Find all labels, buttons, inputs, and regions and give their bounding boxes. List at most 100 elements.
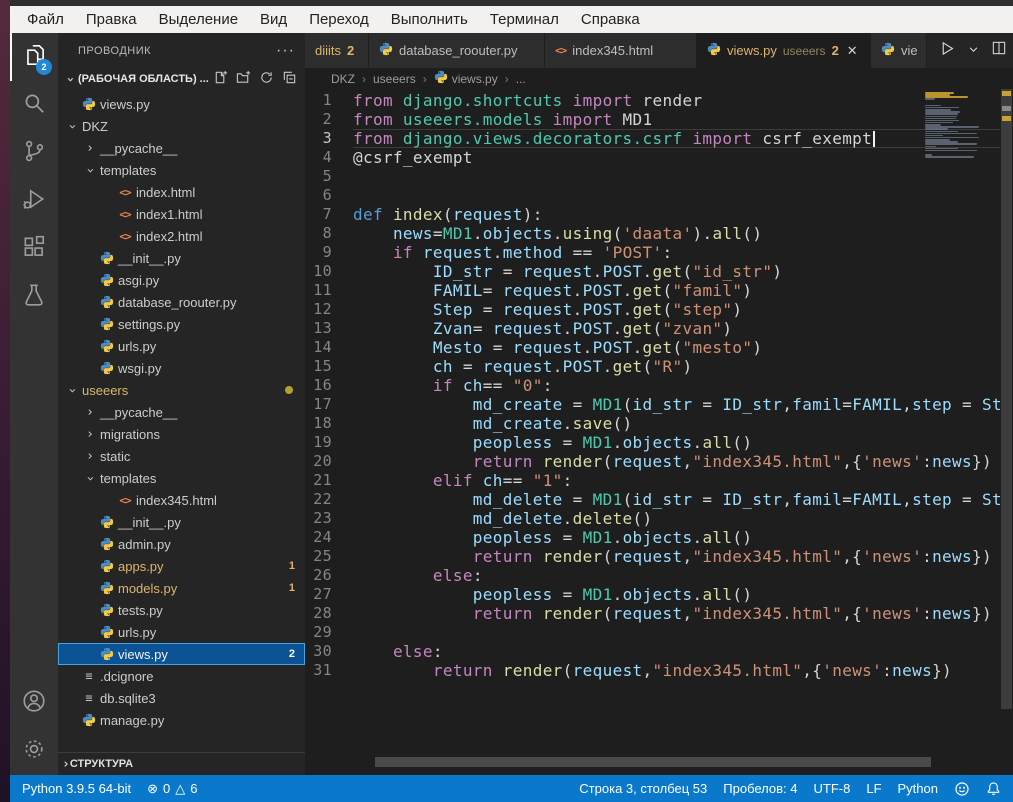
run-debug-activity-button[interactable] [10, 177, 58, 225]
feedback-icon[interactable] [954, 781, 970, 797]
tree-item-index.html[interactable]: <>index.html [58, 181, 305, 203]
tree-item-templates[interactable]: ›templates [58, 467, 305, 489]
code-line-30[interactable]: 30 else: [305, 642, 1000, 661]
code-line-17[interactable]: 17 md_create = MD1(id_str = ID_str,famil… [305, 395, 1000, 414]
settings-button[interactable] [10, 727, 58, 775]
explorer-more-actions-icon[interactable]: ··· [276, 42, 295, 60]
tree-item-settings.py[interactable]: settings.py [58, 313, 305, 335]
minimap[interactable] [925, 92, 999, 158]
account-button[interactable] [10, 679, 58, 727]
vertical-scrollbar-thumb[interactable] [1001, 89, 1012, 709]
tree-item-index2.html[interactable]: <>index2.html [58, 225, 305, 247]
tree-item-admin.py[interactable]: admin.py [58, 533, 305, 555]
code-line-9[interactable]: 9 if request.method == 'POST': [305, 243, 1000, 262]
code-line-26[interactable]: 26 else: [305, 566, 1000, 585]
workspace-section-header[interactable]: › (РАБОЧАЯ ОБЛАСТЬ) ... [58, 68, 305, 90]
code-line-19[interactable]: 19 peopless = MD1.objects.all() [305, 433, 1000, 452]
status-item[interactable]: Строка 3, столбец 53 [579, 781, 707, 796]
code-line-5[interactable]: 5 [305, 167, 1000, 186]
code-line-15[interactable]: 15 ch = request.POST.get("R") [305, 357, 1000, 376]
menu-item[interactable]: Выделение [148, 11, 249, 28]
code-line-18[interactable]: 18 md_create.save() [305, 414, 1000, 433]
close-icon[interactable]: ✕ [847, 43, 858, 59]
breadcrumb-item-...[interactable]: ... [516, 72, 526, 86]
tree-item-database_roouter.py[interactable]: database_roouter.py [58, 291, 305, 313]
code-line-20[interactable]: 20 return render(request,"index345.html"… [305, 452, 1000, 471]
code-line-1[interactable]: 1from django.shortcuts import render [305, 91, 1000, 110]
code-editor[interactable]: 1from django.shortcuts import render2fro… [305, 89, 1013, 775]
breadcrumb-item-useeers[interactable]: useeers [373, 72, 416, 86]
code-line-16[interactable]: 16 if ch== "0": [305, 376, 1000, 395]
explorer-activity-button[interactable]: 2 [10, 33, 58, 81]
code-line-11[interactable]: 11 FAMIL= request.POST.get("famil") [305, 281, 1000, 300]
tab-index345.html[interactable]: <>index345.html [545, 33, 697, 68]
tab-diiits[interactable]: diiits2 [305, 33, 369, 68]
tree-item-.dcignore[interactable]: ≡.dcignore [58, 665, 305, 687]
tree-item-static[interactable]: ›static [58, 445, 305, 467]
refresh-icon[interactable] [259, 70, 274, 88]
tree-item-migrations[interactable]: ›migrations [58, 423, 305, 445]
code-line-2[interactable]: 2from useeers.models import MD1 [305, 110, 1000, 129]
code-line-27[interactable]: 27 peopless = MD1.objects.all() [305, 585, 1000, 604]
tree-item-__pycache__[interactable]: ›__pycache__ [58, 401, 305, 423]
extensions-activity-button[interactable] [10, 225, 58, 273]
menu-item[interactable]: Терминал [479, 11, 570, 28]
tree-item-index345.html[interactable]: <>index345.html [58, 489, 305, 511]
run-button[interactable] [939, 40, 956, 62]
code-line-24[interactable]: 24 peopless = MD1.objects.all() [305, 528, 1000, 547]
menu-item[interactable]: Правка [75, 11, 148, 28]
menu-item[interactable]: Вид [249, 11, 298, 28]
tree-item-wsgi.py[interactable]: wsgi.py [58, 357, 305, 379]
code-line-23[interactable]: 23 md_delete.delete() [305, 509, 1000, 528]
vertical-scrollbar[interactable] [1000, 89, 1013, 775]
code-line-21[interactable]: 21 elif ch== "1": [305, 471, 1000, 490]
code-line-6[interactable]: 6 [305, 186, 1000, 205]
code-line-28[interactable]: 28 return render(request,"index345.html"… [305, 604, 1000, 623]
menu-item[interactable]: Справка [570, 11, 651, 28]
menu-item[interactable]: Файл [16, 11, 75, 28]
collapse-all-icon[interactable] [282, 70, 297, 88]
tree-item-__init__.py[interactable]: __init__.py [58, 247, 305, 269]
code-line-7[interactable]: 7def index(request): [305, 205, 1000, 224]
menu-item[interactable]: Выполнить [380, 11, 479, 28]
code-line-4[interactable]: 4@csrf_exempt [305, 148, 1000, 167]
tree-item-urls.py[interactable]: urls.py [58, 335, 305, 357]
new-file-icon[interactable] [213, 70, 228, 88]
search-activity-button[interactable] [10, 81, 58, 129]
python-interpreter-status[interactable]: Python 3.9.5 64-bit [22, 781, 131, 796]
code-line-14[interactable]: 14 Mesto = request.POST.get("mesto") [305, 338, 1000, 357]
code-line-12[interactable]: 12 Step = request.POST.get("step") [305, 300, 1000, 319]
code-line-31[interactable]: 31 return render(request,"index345.html"… [305, 661, 1000, 680]
breadcrumb-item-DKZ[interactable]: DKZ [331, 72, 355, 86]
tree-item-views.py[interactable]: views.py2 [58, 643, 305, 665]
tab-vie[interactable]: vie [871, 33, 927, 68]
tree-item-index1.html[interactable]: <>index1.html [58, 203, 305, 225]
tree-item-manage.py[interactable]: manage.py [58, 709, 305, 731]
tree-item-tests.py[interactable]: tests.py [58, 599, 305, 621]
status-item[interactable]: Python [898, 781, 938, 796]
code-line-10[interactable]: 10 ID_str = request.POST.get("id_str") [305, 262, 1000, 281]
code-line-8[interactable]: 8 news=MD1.objects.using('daata').all() [305, 224, 1000, 243]
tree-item-models.py[interactable]: models.py1 [58, 577, 305, 599]
tree-item-asgi.py[interactable]: asgi.py [58, 269, 305, 291]
tree-item-templates[interactable]: ›templates [58, 159, 305, 181]
notifications-bell-icon[interactable] [986, 781, 1001, 796]
problems-status[interactable]: ⊗ 0 △ 6 [147, 781, 197, 797]
code-line-3[interactable]: 3from django.views.decorators.csrf impor… [305, 129, 1000, 148]
tree-item-useeers[interactable]: ›useeers [58, 379, 305, 401]
testing-activity-button[interactable] [10, 273, 58, 321]
code-line-29[interactable]: 29 [305, 623, 1000, 642]
outline-section-header[interactable]: › СТРУКТУРА [58, 752, 305, 775]
new-folder-icon[interactable] [236, 70, 251, 88]
menu-item[interactable]: Переход [298, 11, 380, 28]
tree-item-DKZ[interactable]: ›DKZ [58, 115, 305, 137]
tree-item-apps.py[interactable]: apps.py1 [58, 555, 305, 577]
run-dropdown-icon[interactable] [968, 42, 979, 60]
breadcrumb-item-views.py[interactable]: views.py [434, 70, 498, 87]
tree-item-urls.py[interactable]: urls.py [58, 621, 305, 643]
code-line-13[interactable]: 13 Zvan= request.POST.get("zvan") [305, 319, 1000, 338]
tab-database_roouter.py[interactable]: database_roouter.py [369, 33, 545, 68]
status-item[interactable]: LF [866, 781, 881, 796]
horizontal-scrollbar-thumb[interactable] [375, 757, 931, 767]
tab-views.py[interactable]: views.pyuseeers2✕ [697, 33, 871, 68]
